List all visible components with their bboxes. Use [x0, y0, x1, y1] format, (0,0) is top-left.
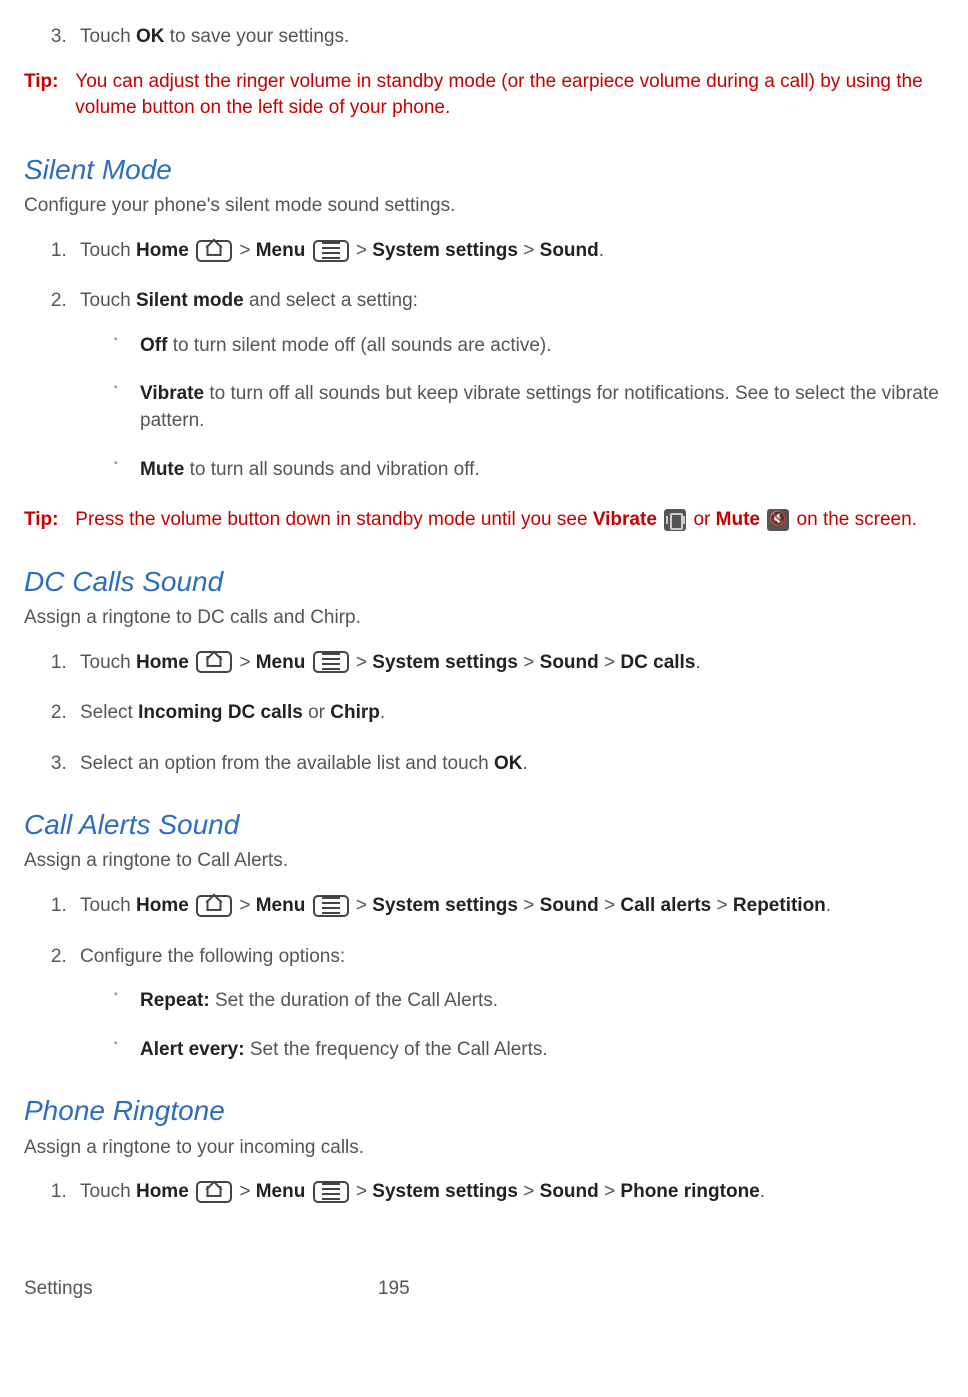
- alerts-lead: Assign a ringtone to Call Alerts.: [24, 848, 948, 875]
- dc-lead: Assign a ringtone to DC calls and Chirp.: [24, 605, 948, 632]
- home-icon: [196, 1181, 232, 1203]
- ringtone-lead: Assign a ringtone to your incoming calls…: [24, 1135, 948, 1162]
- menu-icon: [313, 651, 349, 673]
- dc-step2: Select Incoming DC calls or Chirp.: [72, 700, 948, 727]
- silent-mode-heading: Silent Mode: [24, 150, 948, 189]
- home-icon: [196, 651, 232, 673]
- ringtone-step1: Touch Home > Menu > System settings > So…: [72, 1179, 948, 1206]
- footer-page-number: 195: [378, 1276, 410, 1303]
- alerts-step1: Touch Home > Menu > System settings > So…: [72, 893, 948, 920]
- alerts-step2: Configure the following options: Repeat:…: [72, 944, 948, 1064]
- tip-text: You can adjust the ringer volume in stan…: [75, 69, 941, 122]
- dc-steps: Touch Home > Menu > System settings > So…: [24, 650, 948, 778]
- opt-off: Off to turn silent mode off (all sounds …: [120, 333, 948, 360]
- opt-vibrate: Vibrate to turn off all sounds but keep …: [120, 381, 948, 434]
- opt-repeat: Repeat: Set the duration of the Call Ale…: [120, 988, 948, 1015]
- tip-1: Tip: You can adjust the ringer volume in…: [24, 69, 948, 122]
- text: to save your settings.: [164, 26, 349, 47]
- ringtone-heading: Phone Ringtone: [24, 1091, 948, 1130]
- silent-options: Off to turn silent mode off (all sounds …: [80, 333, 948, 483]
- ringtone-steps: Touch Home > Menu > System settings > So…: [24, 1179, 948, 1206]
- alerts-heading: Call Alerts Sound: [24, 805, 948, 844]
- alerts-options: Repeat: Set the duration of the Call Ale…: [80, 988, 948, 1063]
- silent-step2: Touch Silent mode and select a setting: …: [72, 288, 948, 483]
- vibrate-icon: [664, 509, 686, 531]
- silent-mode-steps: Touch Home > Menu > System settings > So…: [24, 238, 948, 484]
- opt-mute: Mute to turn all sounds and vibration of…: [120, 457, 948, 484]
- tip-label: Tip:: [24, 507, 70, 534]
- dc-step3: Select an option from the available list…: [72, 751, 948, 778]
- tip-text: Press the volume button down in standby …: [75, 507, 941, 534]
- menu-icon: [313, 895, 349, 917]
- home-icon: [196, 895, 232, 917]
- top-continued-list: Touch OK to save your settings.: [24, 24, 948, 51]
- footer-section: Settings: [24, 1276, 93, 1303]
- tip-label: Tip:: [24, 69, 70, 96]
- dc-step1: Touch Home > Menu > System settings > So…: [72, 650, 948, 677]
- home-icon: [196, 240, 232, 262]
- page-footer: Settings 195: [24, 1276, 948, 1323]
- alerts-steps: Touch Home > Menu > System settings > So…: [24, 893, 948, 1063]
- text: Touch: [80, 26, 136, 47]
- ok-label: OK: [136, 26, 165, 47]
- mute-icon: [767, 509, 789, 531]
- dc-heading: DC Calls Sound: [24, 562, 948, 601]
- silent-mode-lead: Configure your phone's silent mode sound…: [24, 193, 948, 220]
- tip-2: Tip: Press the volume button down in sta…: [24, 507, 948, 534]
- menu-icon: [313, 240, 349, 262]
- silent-step1: Touch Home > Menu > System settings > So…: [72, 238, 948, 265]
- opt-alert-every: Alert every: Set the frequency of the Ca…: [120, 1037, 948, 1064]
- menu-icon: [313, 1181, 349, 1203]
- top-step3: Touch OK to save your settings.: [72, 24, 948, 51]
